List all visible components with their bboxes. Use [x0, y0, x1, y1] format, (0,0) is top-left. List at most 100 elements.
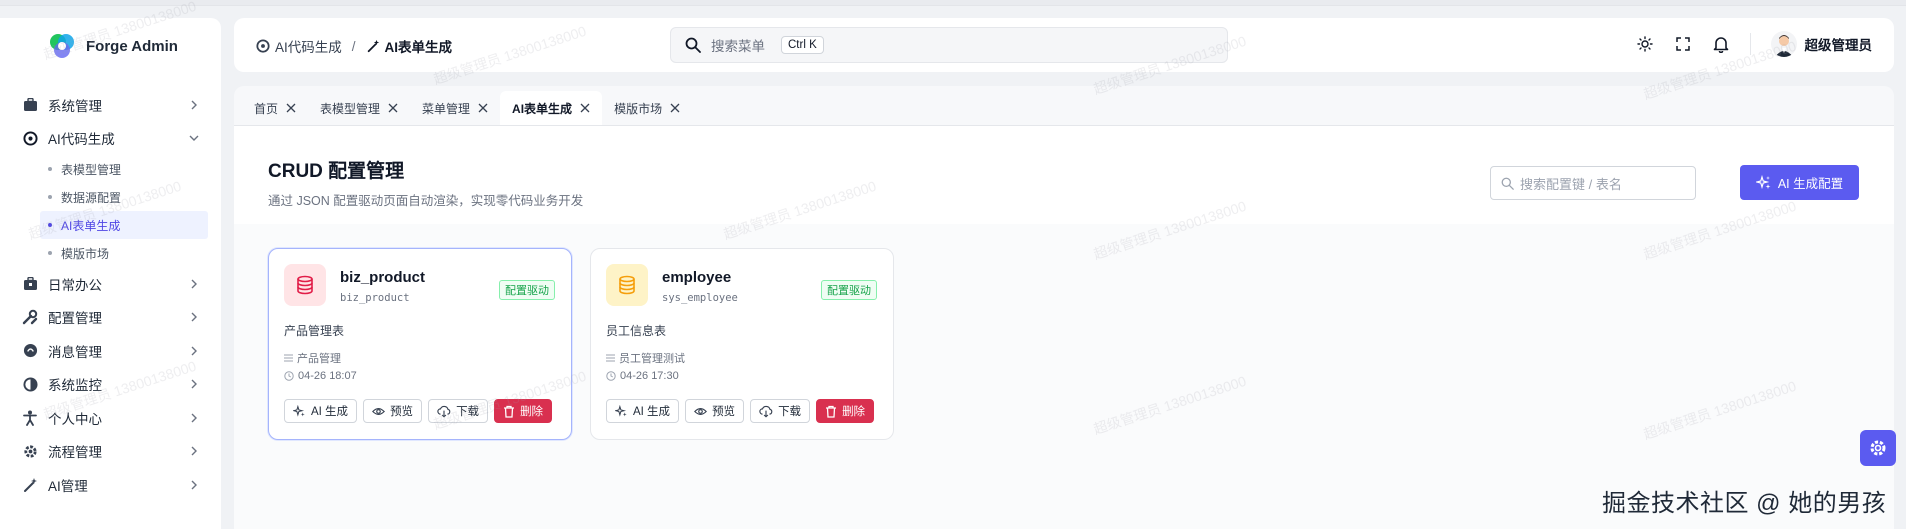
- theme-toggle-sun-icon[interactable]: [1636, 35, 1654, 53]
- bullet-dot: [48, 223, 52, 227]
- card-table-name: biz_product: [340, 292, 410, 304]
- card-icon-box: [284, 264, 326, 306]
- openai-icon: [22, 130, 38, 146]
- sidebar-subitem-template-market[interactable]: 模版市场: [0, 239, 209, 267]
- clock-icon: [606, 371, 616, 381]
- notification-bell-icon[interactable]: [1712, 35, 1730, 53]
- sidebar-item-config[interactable]: 配置管理: [0, 301, 221, 335]
- breadcrumb-label: AI表单生成: [384, 40, 453, 55]
- breadcrumb-item-ai-codegen[interactable]: AI代码生成: [256, 36, 342, 56]
- chevron-right-icon: [191, 379, 197, 389]
- magic-wand-icon: [22, 477, 38, 493]
- breadcrumb-separator: /: [351, 38, 356, 54]
- app-logo[interactable]: Forge Admin: [48, 32, 178, 60]
- top-header: AI代码生成 / AI表单生成 搜索菜单 Ctrl K 超级管理员: [234, 18, 1894, 72]
- close-icon[interactable]: [286, 103, 296, 113]
- card-description: 员工信息表: [606, 324, 667, 338]
- card-table-name: sys_employee: [662, 292, 738, 304]
- config-card[interactable]: biz_product biz_product 配置驱动 产品管理表 产品管理 …: [268, 248, 572, 440]
- config-search-input[interactable]: 搜索配置键 / 表名: [1490, 166, 1696, 200]
- config-card[interactable]: employee sys_employee 配置驱动 员工信息表 员工管理测试 …: [590, 248, 894, 440]
- delete-label: 删除: [520, 406, 544, 418]
- person-icon: [22, 410, 38, 426]
- breadcrumb-label: AI代码生成: [275, 40, 342, 55]
- sidebar-item-profile[interactable]: 个人中心: [0, 401, 221, 435]
- gear-icon: [1870, 440, 1886, 456]
- ai-generate-button[interactable]: AI 生成: [606, 399, 680, 423]
- preview-label: 预览: [712, 406, 736, 418]
- sidebar-subitem-table-model[interactable]: 表模型管理: [0, 155, 209, 183]
- download-label: 下载: [778, 406, 802, 418]
- bullet-dot: [48, 251, 52, 255]
- ai-generate-button[interactable]: AI 生成: [284, 399, 358, 423]
- download-button[interactable]: 下载: [750, 399, 811, 423]
- forge-logo-icon: [50, 34, 74, 58]
- sidebar-item-system[interactable]: 系统管理: [0, 88, 221, 122]
- settings-float-button[interactable]: [1860, 430, 1896, 466]
- close-icon[interactable]: [580, 103, 590, 113]
- card-name: employee: [662, 269, 732, 286]
- chevron-right-icon: [191, 279, 197, 289]
- app-title: Forge Admin: [86, 37, 178, 55]
- avatar: [1770, 31, 1797, 57]
- menu-search-input[interactable]: 搜索菜单 Ctrl K: [670, 27, 1228, 63]
- tab-home[interactable]: 首页: [242, 91, 308, 125]
- tab-menu-manage[interactable]: 菜单管理: [410, 91, 500, 125]
- sidebar-item-label: 消息管理: [48, 344, 102, 360]
- ai-generate-label: AI 生成: [633, 406, 671, 418]
- community-watermark-text: 掘金技术社区 @ 她的男孩: [1602, 490, 1887, 517]
- tab-label: 首页: [254, 101, 279, 116]
- preview-button[interactable]: 预览: [685, 399, 745, 423]
- sidebar-item-label: 个人中心: [48, 411, 102, 427]
- sparkles-icon: [615, 404, 627, 417]
- search-placeholder: 搜索菜单: [711, 39, 765, 54]
- sidebar-item-label: 配置管理: [48, 311, 102, 327]
- sidebar-menu: 系统管理 AI代码生成 表模型管理 数据源配置 AI表单生成 模版市场 日常办公: [0, 88, 221, 502]
- tab-table-model[interactable]: 表模型管理: [308, 91, 410, 125]
- delete-button[interactable]: 删除: [816, 399, 875, 423]
- chevron-right-icon: [191, 346, 197, 356]
- sidebar-item-office[interactable]: 日常办公: [0, 267, 221, 301]
- trash-icon: [826, 405, 837, 418]
- card-description: 产品管理表: [284, 324, 345, 338]
- briefcase-lock-icon: [22, 276, 38, 292]
- download-label: 下载: [456, 406, 480, 418]
- header-actions: 超级管理员: [1636, 31, 1872, 57]
- card-menu-meta: 产品管理: [284, 350, 341, 366]
- bullet-dot: [48, 195, 52, 199]
- card-time: 04-26 17:30: [620, 370, 679, 382]
- sidebar-item-ai-codegen[interactable]: AI代码生成: [0, 122, 221, 156]
- download-button[interactable]: 下载: [428, 399, 489, 423]
- sidebar-item-workflow[interactable]: 流程管理: [0, 435, 221, 469]
- chevron-right-icon: [191, 480, 197, 490]
- card-name: biz_product: [340, 269, 425, 286]
- close-icon[interactable]: [478, 103, 488, 113]
- sidebar-subitem-ai-form[interactable]: AI表单生成: [40, 211, 208, 239]
- sidebar-item-message[interactable]: 消息管理: [0, 334, 221, 368]
- chevron-down-icon: [189, 135, 199, 142]
- fullscreen-icon[interactable]: [1674, 35, 1692, 53]
- main-content: CRUD 配置管理 通过 JSON 配置驱动页面自动渲染，实现零代码业务开发 搜…: [234, 126, 1894, 529]
- sidebar-item-ai-manage[interactable]: AI管理: [0, 468, 221, 502]
- ai-generate-config-button[interactable]: AI 生成配置: [1740, 165, 1859, 200]
- delete-button[interactable]: 删除: [494, 399, 553, 423]
- header-divider: [1749, 33, 1751, 55]
- preview-button[interactable]: 预览: [363, 399, 423, 423]
- ai-generate-label: AI 生成: [311, 406, 349, 418]
- card-time: 04-26 18:07: [298, 370, 357, 382]
- sidebar-item-label: AI管理: [48, 478, 88, 494]
- sparkles-icon: [1755, 174, 1771, 189]
- card-time-meta: 04-26 17:30: [606, 370, 679, 382]
- user-menu[interactable]: 超级管理员: [1770, 31, 1872, 57]
- card-menu-name: 产品管理: [297, 353, 341, 365]
- chevron-right-icon: [191, 446, 197, 456]
- status-badge: 配置驱动: [499, 280, 555, 300]
- tab-ai-form[interactable]: AI表单生成: [500, 91, 603, 125]
- tab-template-market[interactable]: 模版市场: [602, 91, 692, 125]
- close-icon[interactable]: [388, 103, 398, 113]
- close-icon[interactable]: [670, 103, 680, 113]
- search-icon: [1501, 177, 1514, 190]
- sidebar-item-monitor[interactable]: 系统监控: [0, 368, 221, 402]
- config-search-placeholder: 搜索配置键 / 表名: [1520, 176, 1622, 192]
- sidebar-subitem-datasource[interactable]: 数据源配置: [0, 183, 209, 211]
